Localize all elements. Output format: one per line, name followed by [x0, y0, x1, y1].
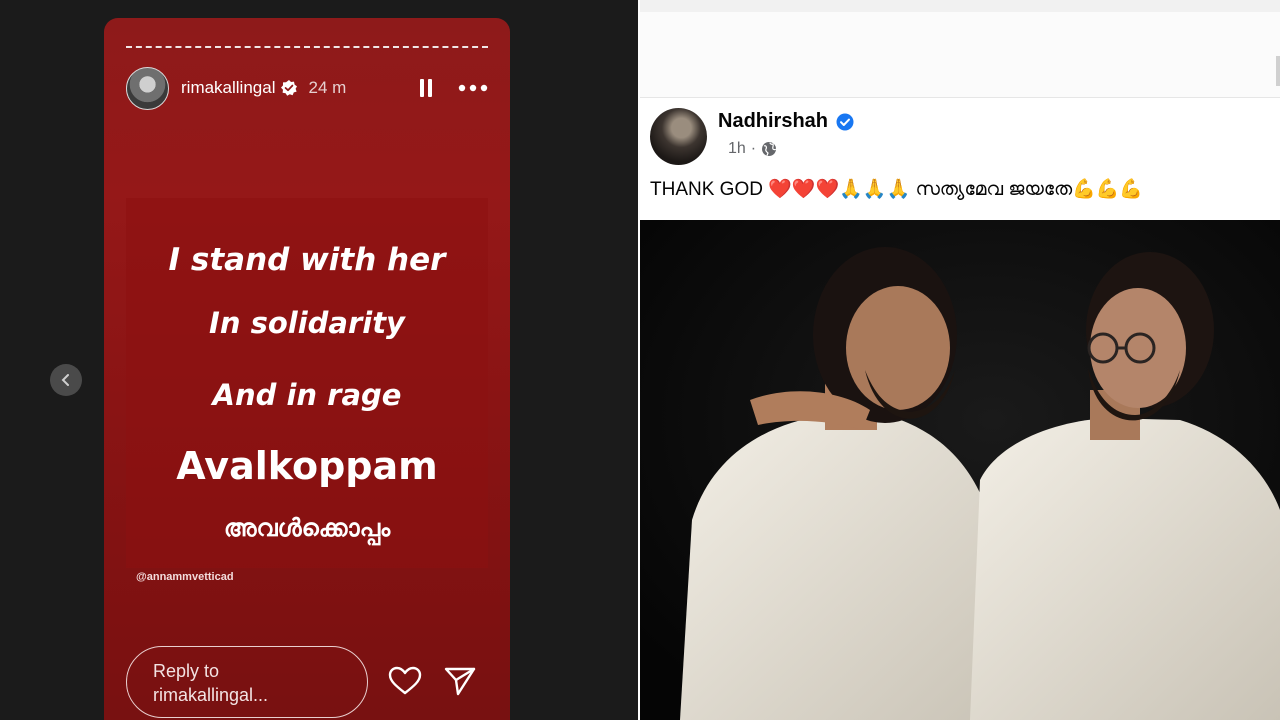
story-line-4: Avalkoppam — [176, 444, 438, 488]
heart-icon — [388, 666, 422, 695]
post-photo[interactable] — [640, 220, 1280, 720]
story-line-3: And in rage — [212, 378, 402, 412]
like-button[interactable] — [388, 666, 422, 696]
story-time-ago: 24 m — [308, 78, 347, 97]
chevron-left-icon — [61, 374, 69, 386]
avatar[interactable] — [126, 66, 169, 110]
story-card[interactable]: rimakallingal 24 m I stand with her In s… — [104, 18, 510, 720]
reply-input[interactable]: Reply to rimakallingal... — [126, 646, 368, 718]
post-time[interactable]: 1h — [728, 140, 746, 158]
post-author-avatar[interactable] — [650, 108, 707, 165]
story-progress-bar — [126, 46, 488, 48]
story-username[interactable]: rimakallingal — [181, 78, 275, 98]
post-author-name[interactable]: Nadhirshah — [718, 110, 828, 133]
verified-icon — [280, 79, 298, 97]
share-button[interactable] — [444, 666, 476, 696]
story-line-2: In solidarity — [209, 306, 405, 340]
post-text: THANK GOD ❤️❤️❤️🙏🙏🙏 സത്യമേവ ജയതേ💪💪💪 — [650, 179, 1144, 200]
pause-button[interactable] — [418, 78, 434, 98]
story-line-5: അവൾക്കൊപ്പം — [223, 514, 391, 542]
more-options-button[interactable] — [458, 84, 488, 92]
mention-sticker[interactable]: @annammvetticad — [136, 571, 234, 583]
post-author-row: Nadhirshah — [718, 110, 854, 133]
verified-icon — [836, 113, 854, 131]
reply-actions — [388, 666, 476, 696]
more-horizontal-icon — [458, 84, 488, 92]
post-meta: 1h · — [728, 140, 777, 158]
globe-icon — [762, 142, 777, 156]
meta-separator: · — [750, 140, 757, 157]
story-text-block: I stand with her In solidarity And in ra… — [126, 198, 488, 568]
reply-placeholder-line-2: rimakallingal... — [153, 685, 269, 705]
story-line-1: I stand with her — [168, 242, 446, 278]
previous-story-button[interactable] — [50, 364, 82, 396]
story-header: rimakallingal 24 m — [126, 66, 488, 110]
scrollbar[interactable] — [1276, 56, 1280, 86]
reply-placeholder-line-1: Reply to — [153, 661, 220, 681]
story-viewer: rimakallingal 24 m I stand with her In s… — [0, 0, 638, 720]
photo-two-men-in-white-kurtas — [640, 220, 1280, 720]
top-bar — [640, 12, 1280, 98]
top-strip — [640, 0, 1280, 12]
post-header: Nadhirshah 1h · — [650, 106, 1250, 166]
pause-icon — [420, 79, 432, 97]
send-icon — [444, 667, 476, 696]
facebook-post-panel: Nadhirshah 1h · THANK GOD ❤️❤️❤️🙏🙏🙏 സത്യ… — [640, 0, 1280, 720]
